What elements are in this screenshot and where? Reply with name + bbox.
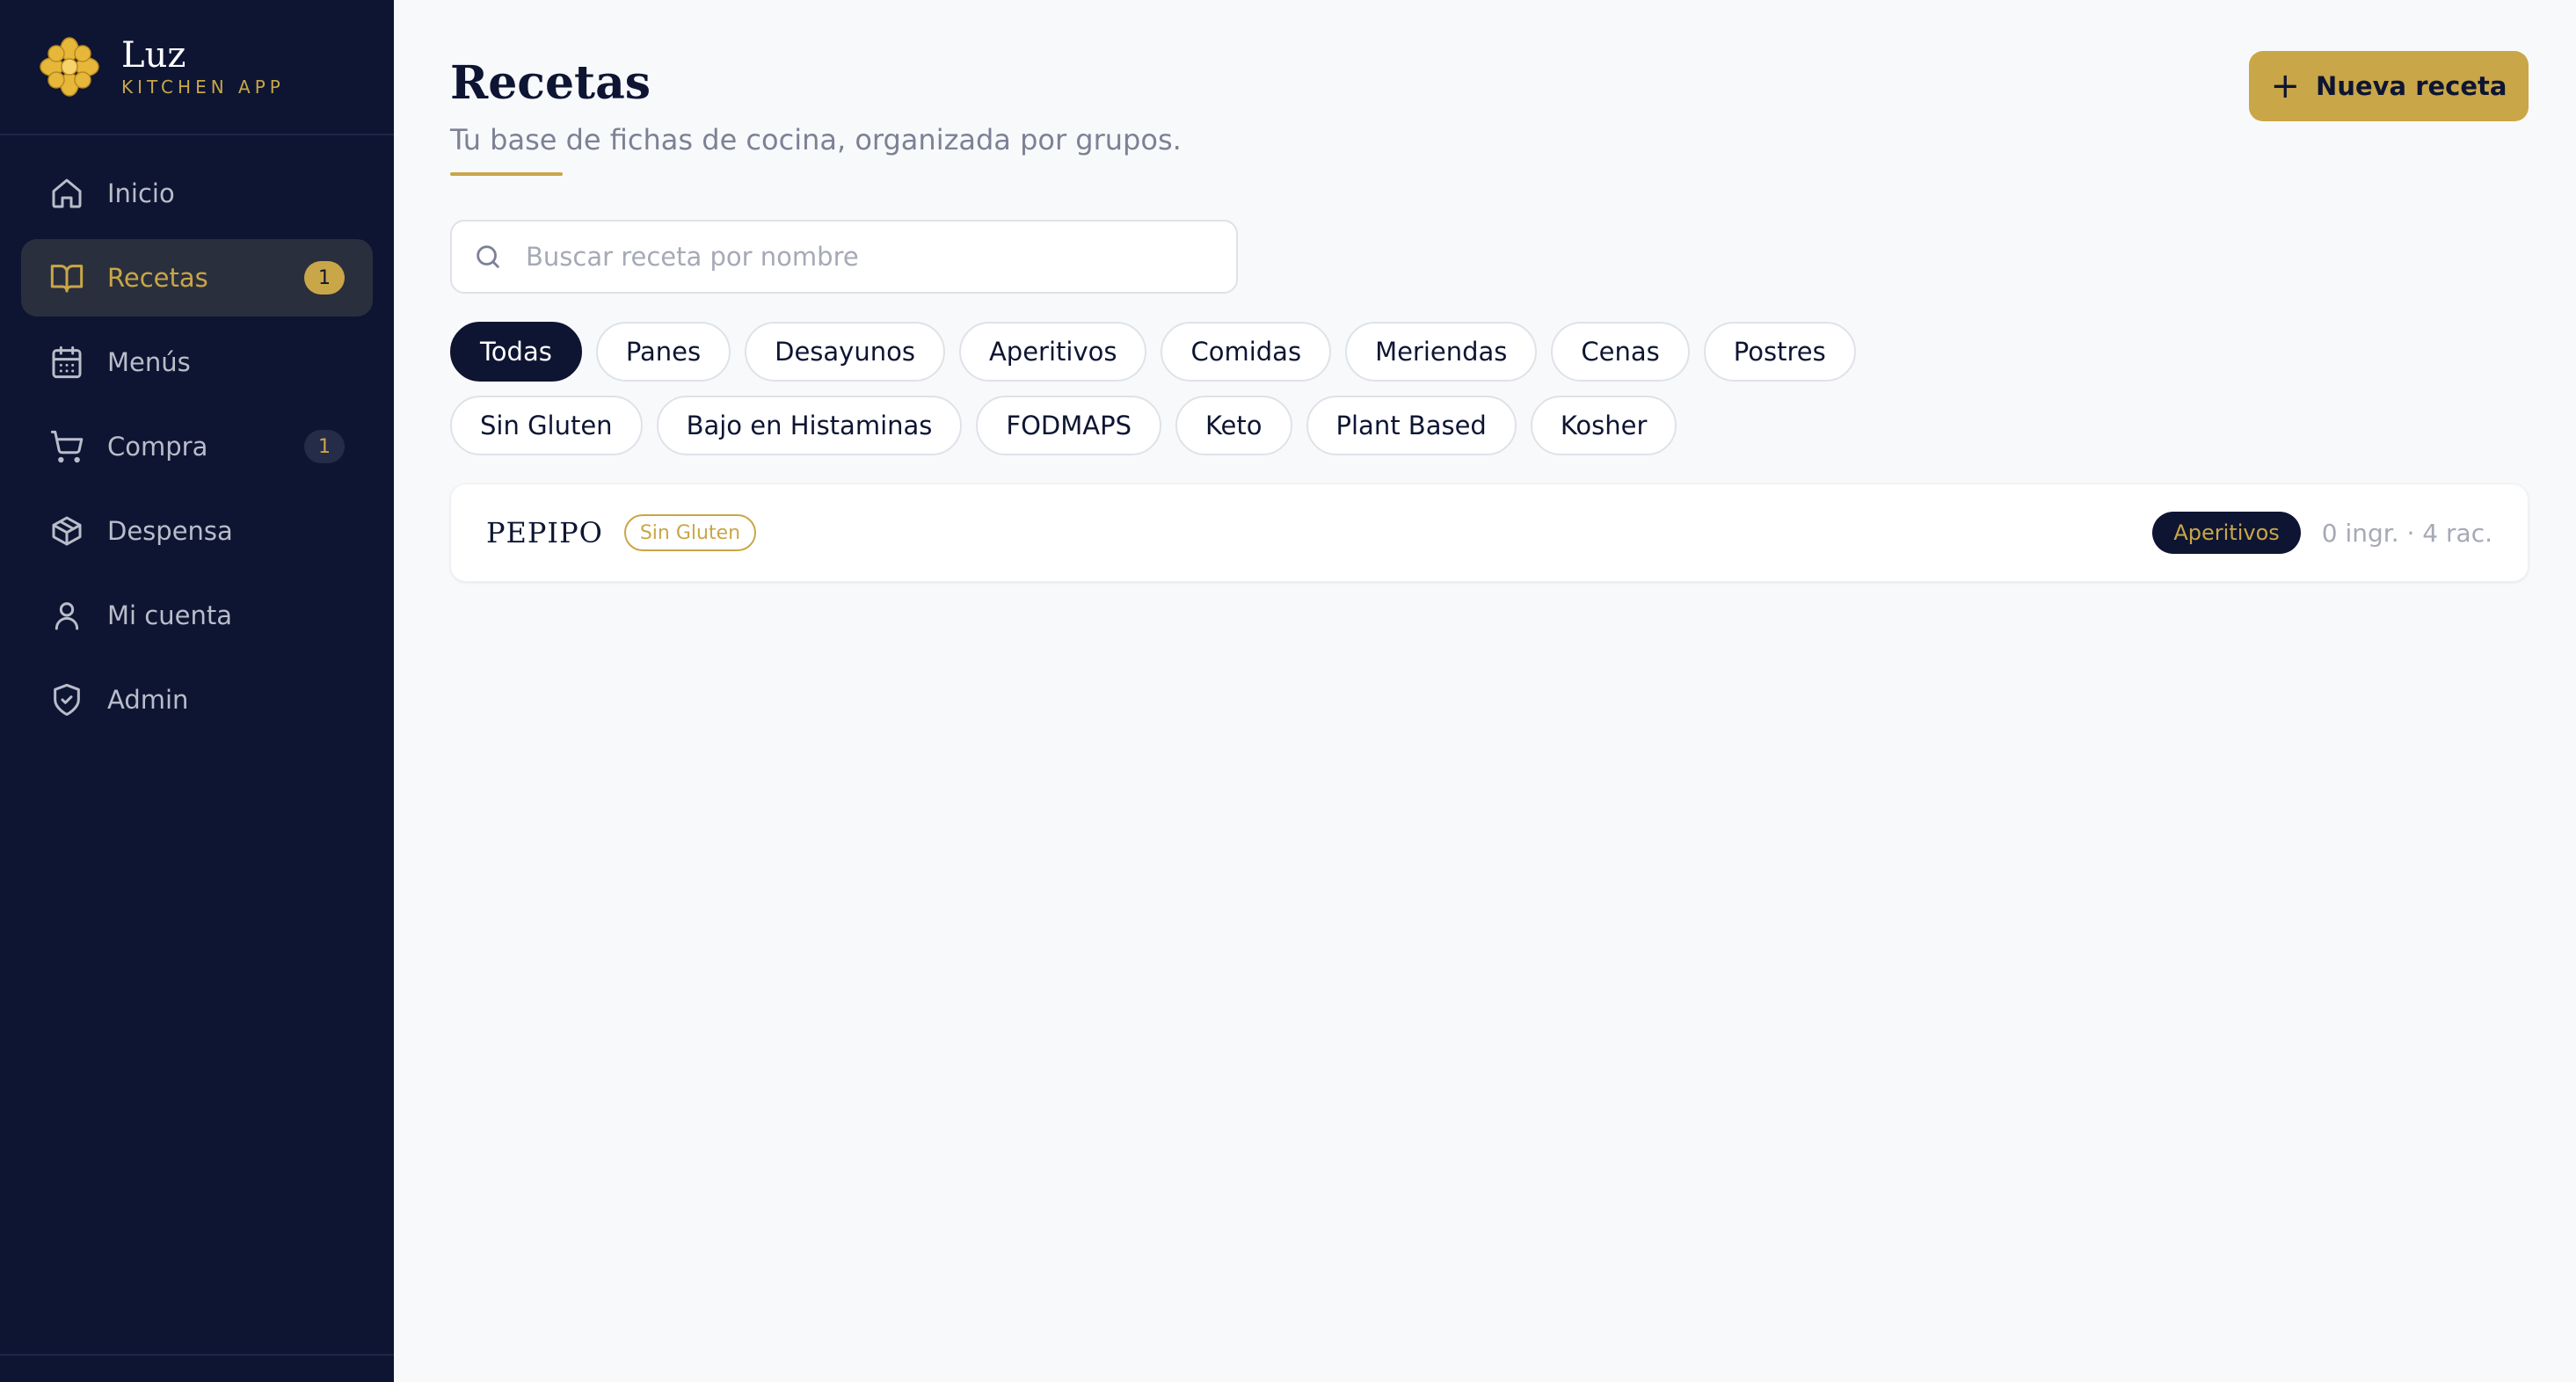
sidebar-item-label: Inicio (107, 178, 175, 208)
filter-chip-panes[interactable]: Panes (595, 322, 731, 382)
brand-subtitle: KITCHEN APP (121, 76, 285, 98)
sidebar-item-admin[interactable]: Admin (21, 661, 373, 738)
group-tag: Aperitivos (2152, 512, 2301, 554)
sidebar-item-mi-cuenta[interactable]: Mi cuenta (21, 577, 373, 654)
new-recipe-button[interactable]: + Nueva receta (2249, 51, 2529, 121)
calendar-icon (49, 345, 84, 380)
filter-chips: Todas Panes Desayunos Aperitivos Comidas… (450, 322, 1945, 455)
recetas-count-badge: 1 (304, 261, 345, 295)
filter-chip-fodmaps[interactable]: FODMAPS (976, 396, 1161, 455)
search-box[interactable] (450, 220, 1238, 294)
box-icon (49, 513, 84, 549)
title-underline (450, 172, 563, 176)
sidebar-item-recetas[interactable]: Recetas 1 (21, 239, 373, 316)
page-subtitle: Tu base de fichas de cocina, organizada … (450, 123, 1182, 156)
filter-chip-desayunos[interactable]: Desayunos (745, 322, 945, 382)
recipe-name: PEPIPO (486, 516, 603, 549)
group-filter-row: Todas Panes Desayunos Aperitivos Comidas… (450, 322, 1945, 382)
sidebar-item-label: Mi cuenta (107, 600, 232, 630)
filter-chip-comidas[interactable]: Comidas (1161, 322, 1332, 382)
sidebar-item-label: Compra (107, 432, 208, 462)
recipe-meta: 0 ingr. · 4 rac. (2321, 518, 2492, 548)
recipe-card[interactable]: PEPIPO Sin Gluten Aperitivos 0 ingr. · 4… (450, 484, 2529, 582)
app-root: Luz KITCHEN APP Inicio Recetas 1 Menús C… (0, 0, 2576, 1382)
brand-text: Luz KITCHEN APP (121, 36, 285, 98)
plus-icon: + (2270, 66, 2301, 106)
compra-count-badge: 1 (304, 430, 345, 463)
brand-name: Luz (121, 35, 186, 76)
filter-chip-bajo-histaminas[interactable]: Bajo en Histaminas (656, 396, 963, 455)
sidebar-item-inicio[interactable]: Inicio (21, 155, 373, 232)
filter-chip-meriendas[interactable]: Meriendas (1345, 322, 1538, 382)
search-input[interactable] (524, 241, 1213, 273)
search-icon (477, 245, 499, 268)
home-icon (49, 176, 84, 211)
filter-chip-plant-based[interactable]: Plant Based (1306, 396, 1517, 455)
sidebar-item-label: Admin (107, 685, 189, 715)
filter-chip-postres[interactable]: Postres (1703, 322, 1856, 382)
filter-chip-sin-gluten[interactable]: Sin Gluten (450, 396, 643, 455)
main-content: Recetas Tu base de fichas de cocina, org… (394, 0, 2576, 1382)
sidebar-item-menus[interactable]: Menús (21, 324, 373, 401)
sidebar-item-label: Recetas (107, 263, 208, 293)
filter-chip-kosher[interactable]: Kosher (1530, 396, 1677, 455)
sidebar-item-despensa[interactable]: Despensa (21, 492, 373, 570)
sidebar-item-compra[interactable]: Compra 1 (21, 408, 373, 485)
diet-filter-row: Sin Gluten Bajo en Histaminas FODMAPS Ke… (450, 396, 1945, 455)
user-icon (49, 598, 84, 633)
cart-icon (49, 429, 84, 464)
sidebar-footer-divider (0, 1354, 394, 1356)
recipe-card-right: Aperitivos 0 ingr. · 4 rac. (2152, 512, 2492, 554)
sidebar-item-label: Despensa (107, 516, 233, 546)
sidebar: Luz KITCHEN APP Inicio Recetas 1 Menús C… (0, 0, 394, 1382)
gold-flower-icon (40, 37, 99, 97)
sidebar-item-label: Menús (107, 347, 191, 377)
new-recipe-button-label: Nueva receta (2316, 71, 2507, 101)
shield-check-icon (49, 682, 84, 717)
filter-chip-aperitivos[interactable]: Aperitivos (958, 322, 1147, 382)
filter-chip-cenas[interactable]: Cenas (1551, 322, 1690, 382)
filter-chip-keto[interactable]: Keto (1175, 396, 1292, 455)
book-open-icon (49, 260, 84, 295)
sidebar-nav: Inicio Recetas 1 Menús Compra 1 Despensa… (0, 135, 394, 738)
filter-chip-todas[interactable]: Todas (450, 322, 582, 382)
diet-tag: Sin Gluten (623, 514, 757, 551)
brand[interactable]: Luz KITCHEN APP (0, 0, 394, 135)
